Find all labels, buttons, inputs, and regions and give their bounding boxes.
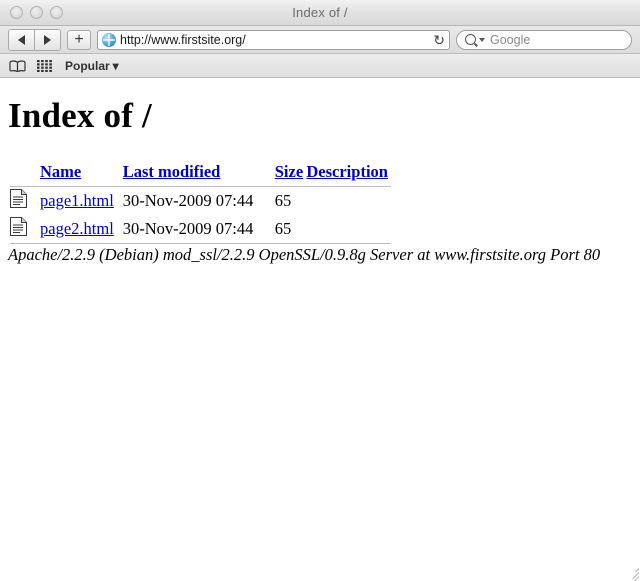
row-name-cell: page1.html bbox=[40, 187, 123, 215]
add-bookmark-button[interactable]: + bbox=[67, 29, 91, 50]
address-bar[interactable]: http://www.firstsite.org/ ↻ bbox=[97, 29, 450, 50]
directory-index-table: Name Last modified Size Description page… bbox=[8, 162, 391, 244]
sort-by-name-link[interactable]: Name bbox=[40, 162, 81, 181]
column-header-last-modified: Last modified bbox=[123, 162, 275, 186]
table-header-row: Name Last modified Size Description bbox=[8, 162, 391, 186]
server-signature: Apache/2.2.9 (Debian) mod_ssl/2.2.9 Open… bbox=[8, 245, 601, 264]
search-placeholder: Google bbox=[490, 32, 531, 47]
row-size-cell: 65 bbox=[274, 219, 292, 238]
row-icon-cell bbox=[8, 215, 40, 243]
text-file-icon bbox=[10, 217, 27, 236]
text-file-icon bbox=[10, 189, 27, 208]
show-all-bookmarks-icon[interactable] bbox=[9, 59, 26, 72]
column-header-icon bbox=[8, 162, 40, 186]
globe-icon bbox=[102, 32, 116, 47]
table-row: page1.html 30-Nov-2009 07:44 65 bbox=[8, 187, 391, 215]
column-header-description: Description bbox=[306, 162, 391, 186]
bookmark-popular-label: Popular bbox=[65, 58, 110, 73]
top-sites-icon[interactable] bbox=[37, 59, 52, 72]
sort-by-last-modified-link[interactable]: Last modified bbox=[123, 162, 221, 181]
chevron-down-icon: ▾ bbox=[112, 58, 119, 73]
sort-by-size-link[interactable]: Size bbox=[275, 162, 303, 181]
file-link[interactable]: page2.html bbox=[40, 219, 114, 238]
search-field[interactable]: Google bbox=[456, 29, 632, 50]
zoom-button[interactable] bbox=[50, 6, 63, 19]
window-titlebar: Index of / bbox=[0, 0, 640, 26]
close-button[interactable] bbox=[10, 6, 23, 19]
back-arrow-icon bbox=[18, 34, 25, 45]
column-header-size: Size bbox=[275, 162, 307, 186]
window-title: Index of / bbox=[292, 5, 348, 20]
table-row: page2.html 30-Nov-2009 07:44 65 bbox=[8, 215, 391, 243]
row-description-cell bbox=[306, 215, 391, 243]
browser-toolbar: + http://www.firstsite.org/ ↻ Google bbox=[0, 26, 640, 54]
row-name-cell: page2.html bbox=[40, 215, 123, 243]
page-content: Index of / Name Last modified Size Descr… bbox=[0, 78, 640, 581]
address-bar-text: http://www.firstsite.org/ bbox=[120, 32, 246, 47]
column-header-name: Name bbox=[40, 162, 123, 186]
bookmarks-bar: Popular ▾ bbox=[0, 54, 640, 78]
browser-window: Index of / + http://www.firstsite.org/ ↻… bbox=[0, 0, 640, 581]
search-icon bbox=[465, 34, 476, 45]
row-icon-cell bbox=[8, 187, 40, 215]
search-engine-chevron-icon[interactable] bbox=[479, 37, 485, 42]
window-traffic-lights bbox=[10, 6, 63, 19]
navigation-buttons bbox=[8, 28, 61, 51]
page-title: Index of / bbox=[8, 96, 152, 135]
row-size-cell: 65 bbox=[274, 191, 292, 210]
sort-by-description-link[interactable]: Description bbox=[306, 162, 388, 181]
row-last-modified-cell: 30-Nov-2009 07:44 bbox=[122, 191, 254, 210]
reload-icon[interactable]: ↻ bbox=[427, 33, 445, 47]
resize-grip[interactable] bbox=[624, 565, 640, 581]
bookmark-popular[interactable]: Popular ▾ bbox=[65, 59, 119, 73]
row-description-cell bbox=[306, 187, 391, 215]
forward-button[interactable] bbox=[34, 29, 60, 50]
file-link[interactable]: page1.html bbox=[40, 191, 114, 210]
row-last-modified-cell: 30-Nov-2009 07:44 bbox=[122, 219, 254, 238]
back-button[interactable] bbox=[9, 29, 34, 50]
forward-arrow-icon bbox=[44, 34, 51, 45]
minimize-button[interactable] bbox=[30, 6, 43, 19]
